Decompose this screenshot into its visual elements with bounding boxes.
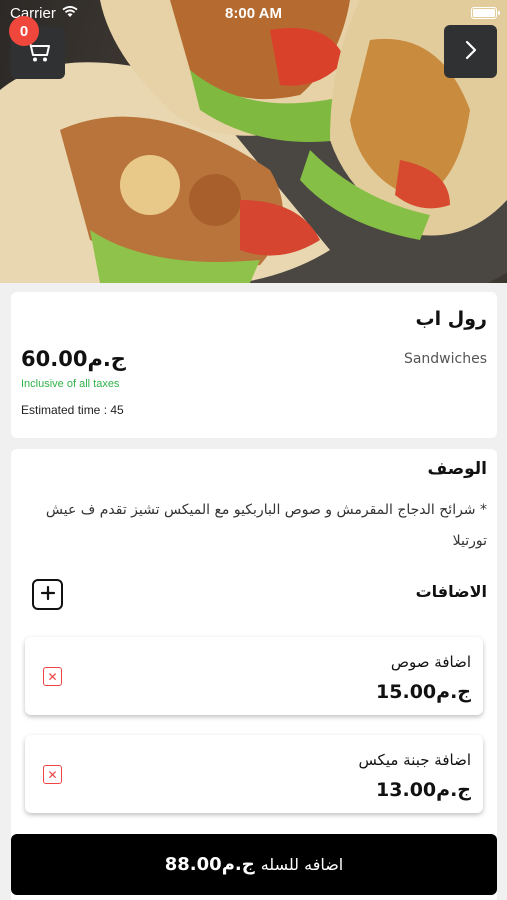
add-to-cart-total: ج.م88.00 <box>165 854 255 875</box>
description-card: الوصف * شرائح الدجاج المقرمش و صوص البار… <box>11 449 497 900</box>
tax-note: Inclusive of all taxes <box>21 378 120 390</box>
status-bar: Carrier 8:00 AM <box>0 0 507 26</box>
addon-price: 15.00ج.م <box>376 681 471 703</box>
addon-price-value: 15.00 <box>376 681 437 703</box>
product-info-card: رول اب Sandwiches 60.00ج.م Inclusive of … <box>11 292 497 438</box>
addon-item: اضافة صوص 15.00ج.م ✕ <box>25 637 483 715</box>
addon-price-currency: ج.م <box>436 779 471 801</box>
wifi-icon <box>62 5 78 22</box>
addons-title: الاضافات <box>415 582 487 601</box>
addon-name: اضافة صوص <box>390 653 471 671</box>
addon-price-value: 13.00 <box>376 779 437 801</box>
battery-icon <box>471 7 500 19</box>
chevron-right-icon <box>464 39 478 65</box>
add-to-cart-label: اضافه للسله <box>260 855 344 874</box>
remove-addon-button[interactable]: ✕ <box>43 667 62 686</box>
next-button[interactable] <box>444 25 497 78</box>
close-icon: ✕ <box>47 767 58 782</box>
addon-item: اضافة جبنة ميكس 13.00ج.م ✕ <box>25 735 483 813</box>
cart-count-badge: 0 <box>9 16 39 46</box>
add-to-cart-button[interactable]: اضافه للسله ج.م88.00 <box>11 834 497 895</box>
estimated-time: Estimated time : 45 <box>21 403 124 417</box>
price-value: 60.00 <box>21 347 88 371</box>
plus-icon <box>40 585 56 605</box>
description-text: * شرائح الدجاج المقرمش و صوص الباربكيو م… <box>45 502 487 549</box>
addon-name: اضافة جبنة ميكس <box>358 751 471 769</box>
add-addon-button[interactable] <box>32 579 63 610</box>
product-category: Sandwiches <box>403 351 487 367</box>
total-value: 88.00 <box>164 854 222 875</box>
product-price: 60.00ج.م <box>21 347 126 371</box>
remove-addon-button[interactable]: ✕ <box>43 765 62 784</box>
description-title: الوصف <box>427 459 487 479</box>
product-image <box>0 0 507 283</box>
clock: 8:00 AM <box>225 4 282 22</box>
price-currency: ج.م <box>87 347 126 371</box>
addon-price-currency: ج.م <box>436 681 471 703</box>
product-name: رول اب <box>415 308 487 330</box>
total-currency: ج.م <box>221 854 255 875</box>
addon-price: 13.00ج.م <box>376 779 471 801</box>
close-icon: ✕ <box>47 669 58 684</box>
